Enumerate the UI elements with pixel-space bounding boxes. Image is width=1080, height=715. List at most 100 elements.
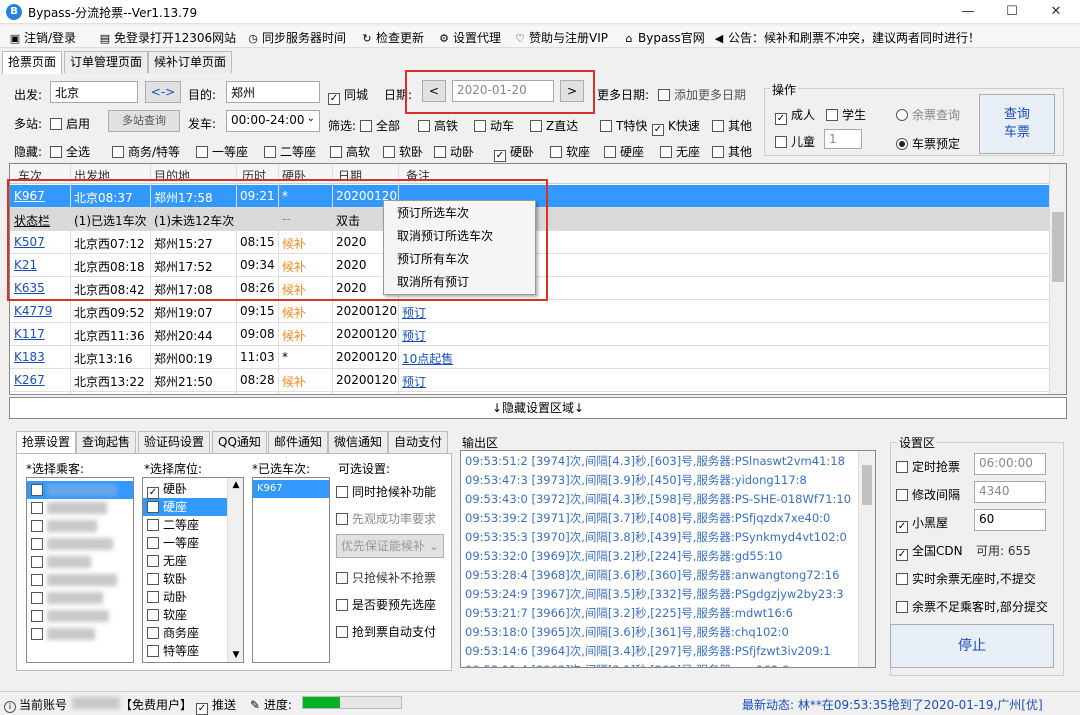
menu-login[interactable]: ▣ 注销/登录: [8, 29, 76, 46]
hide-checkbox[interactable]: 硬座: [604, 143, 644, 160]
passenger-list[interactable]: [26, 477, 134, 663]
date-input[interactable]: 2020-01-20: [452, 80, 554, 102]
tab-query-sale[interactable]: 查询起售: [76, 431, 137, 453]
menu-open-12306[interactable]: ▤ 免登录打开12306网站: [98, 29, 236, 46]
menu-website[interactable]: ⌂ Bypass官网: [622, 29, 705, 46]
hide-checkbox[interactable]: 软卧: [383, 143, 423, 160]
cell-train[interactable]: K21: [14, 258, 37, 272]
list-item[interactable]: [27, 499, 133, 517]
context-book-selected[interactable]: 预订所选车次: [384, 202, 535, 224]
context-book-all[interactable]: 预订所有车次: [384, 248, 535, 270]
hide-checkbox[interactable]: ✓ 硬卧: [494, 143, 534, 162]
option-checkbox[interactable]: 只抢候补不抢票: [336, 569, 436, 586]
child-count-stepper[interactable]: 1: [824, 129, 862, 149]
header-train[interactable]: 车次: [18, 167, 42, 184]
seat-option[interactable]: 动卧: [143, 588, 227, 606]
tab-autopay[interactable]: 自动支付: [388, 431, 449, 453]
menu-proxy[interactable]: ⚙ 设置代理: [437, 29, 501, 46]
maximize-button[interactable]: ☐: [990, 0, 1034, 24]
realtime-checkbox[interactable]: 实时余票无座时,不提交: [896, 570, 1036, 587]
swap-button[interactable]: <->: [145, 81, 181, 103]
hide-settings-bar[interactable]: ↓隐藏设置区域↓: [9, 397, 1067, 419]
option-checkbox[interactable]: 抢到票自动支付: [336, 623, 436, 640]
option-checkbox[interactable]: 先观成功率要求: [336, 510, 436, 527]
output-log[interactable]: 09:53:51:2 [3974]次,间隔[4.3]秒,[603]号,服务器:P…: [460, 450, 876, 668]
minimize-button[interactable]: —: [946, 0, 990, 24]
cell-note[interactable]: 预订: [402, 304, 426, 321]
cell-train[interactable]: K967: [14, 189, 45, 203]
hide-checkbox[interactable]: 高软: [330, 143, 370, 160]
seat-option[interactable]: 硬座: [143, 498, 227, 516]
menu-sync-time[interactable]: ◷ 同步服务器时间: [246, 29, 346, 46]
seat-option[interactable]: 软卧: [143, 570, 227, 588]
list-item[interactable]: [27, 571, 133, 589]
tab-wechat[interactable]: 微信通知: [328, 431, 389, 453]
table-row[interactable]: K267 北京西13:22 郑州21:50 08:28 候补 20200120 预订: [10, 369, 1050, 392]
priority-select[interactable]: 优先保证能候补 ⌄: [336, 534, 444, 558]
child-checkbox[interactable]: 儿童: [775, 133, 815, 150]
header-duration[interactable]: 历时: [242, 167, 266, 184]
timed-grab-input[interactable]: 06:00:00: [974, 453, 1046, 475]
hide-checkbox[interactable]: 商务/特等: [112, 143, 180, 160]
cell-train[interactable]: K507: [14, 235, 45, 249]
filter-checkbox[interactable]: T特快: [600, 117, 647, 134]
header-to[interactable]: 目的地: [154, 167, 190, 184]
table-row[interactable]: K117 北京西11:36 郑州20:44 09:08 候补 20200120 预订: [10, 323, 1050, 346]
interval-checkbox[interactable]: 修改间隔: [896, 486, 960, 503]
blackroom-input[interactable]: 60: [974, 509, 1046, 531]
seat-option[interactable]: 特等座: [143, 642, 227, 660]
filter-checkbox[interactable]: 全部: [360, 117, 400, 134]
push-checkbox[interactable]: ✓ 推送: [196, 696, 236, 715]
cell-note[interactable]: 10点起售: [402, 350, 453, 367]
scrollbar-thumb[interactable]: [1052, 212, 1064, 282]
tab-orders[interactable]: 订单管理页面: [64, 51, 149, 73]
tab-grab-settings[interactable]: 抢票设置: [16, 431, 77, 454]
book-radio[interactable]: 车票预定: [896, 135, 960, 152]
tab-email[interactable]: 邮件通知: [268, 431, 329, 453]
same-city-checkbox[interactable]: ✓ 同城: [328, 86, 368, 105]
cell-train[interactable]: K267: [14, 373, 45, 387]
to-input[interactable]: 郑州: [226, 81, 320, 103]
cell-train[interactable]: K4779: [14, 304, 52, 318]
list-item[interactable]: [27, 607, 133, 625]
tab-qq[interactable]: QQ通知: [212, 431, 267, 453]
blackroom-checkbox[interactable]: ✓ 小黑屋: [896, 514, 948, 533]
from-input[interactable]: 北京: [50, 81, 138, 103]
table-row[interactable]: K183 北京13:16 郑州00:19 11:03 * 20200120 10点起售: [10, 346, 1050, 369]
list-item[interactable]: [27, 535, 133, 553]
hide-checkbox[interactable]: 软座: [550, 143, 590, 160]
list-item[interactable]: [27, 481, 133, 499]
cell-note[interactable]: 预订: [402, 373, 426, 390]
prev-date-button[interactable]: <: [422, 80, 446, 102]
hide-checkbox[interactable]: 二等座: [264, 143, 316, 160]
tab-waitlist-orders[interactable]: 候补订单页面: [148, 51, 233, 73]
interval-input[interactable]: 4340: [974, 481, 1046, 503]
stop-button[interactable]: 停止: [890, 624, 1054, 668]
student-checkbox[interactable]: 学生: [826, 106, 866, 123]
seat-list-scrollbar[interactable]: ▲ ▼: [227, 478, 243, 662]
context-cancel-all[interactable]: 取消所有预订: [384, 271, 535, 293]
list-item[interactable]: [27, 517, 133, 535]
cell-train[interactable]: K635: [14, 281, 45, 295]
next-date-button[interactable]: >: [560, 80, 584, 102]
hide-checkbox[interactable]: 一等座: [196, 143, 248, 160]
scrollbar-thumb[interactable]: [862, 465, 872, 505]
hide-checkbox[interactable]: 动卧: [434, 143, 474, 160]
cell-train[interactable]: K183: [14, 350, 45, 364]
chosen-trains-list[interactable]: K967: [252, 477, 330, 663]
filter-checkbox[interactable]: ✓ K快速: [652, 117, 700, 136]
remain-query-radio[interactable]: 余票查询: [896, 106, 960, 123]
hide-checkbox[interactable]: 无座: [660, 143, 700, 160]
seat-option[interactable]: 二等座: [143, 516, 227, 534]
chevron-down-icon[interactable]: ▼: [228, 650, 243, 660]
option-checkbox[interactable]: 同时抢候补功能: [336, 483, 436, 500]
seat-option[interactable]: 一等座: [143, 534, 227, 552]
cell-train[interactable]: K117: [14, 327, 45, 341]
list-item[interactable]: [27, 625, 133, 643]
list-item[interactable]: [27, 553, 133, 571]
option-checkbox[interactable]: 是否要预先选座: [336, 596, 436, 613]
seat-option[interactable]: 无座: [143, 552, 227, 570]
header-date[interactable]: 日期: [338, 167, 362, 184]
seat-option[interactable]: ✓ 硬卧: [143, 480, 227, 499]
query-tickets-button[interactable]: 查询 车票: [979, 94, 1055, 154]
